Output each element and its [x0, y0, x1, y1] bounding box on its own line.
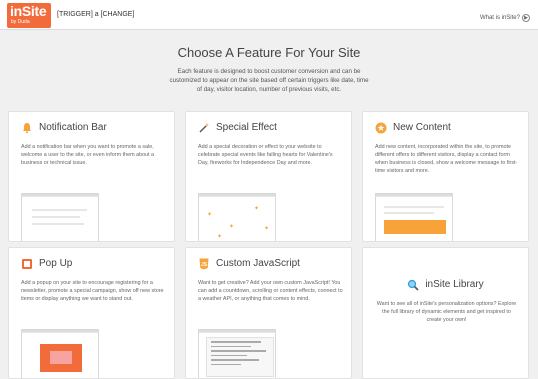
popup-icon	[21, 258, 33, 270]
feature-card-insite-library[interactable]: inSite Library Want to see all of inSite…	[362, 247, 529, 379]
trigger-change-heading: [TRIGGER] a [CHANGE]	[57, 11, 135, 18]
javascript-code-preview	[198, 329, 276, 378]
pop-up-preview	[21, 329, 99, 378]
card-header: Special Effect	[198, 122, 277, 134]
card-description: Add new content, incorporated within the…	[375, 144, 518, 174]
magic-wand-icon	[198, 122, 210, 134]
card-header: inSite Library	[363, 279, 528, 291]
card-header: JS Custom JavaScript	[198, 258, 300, 270]
feature-card-special-effect[interactable]: Special Effect Add a special decoration …	[185, 111, 352, 242]
feature-card-custom-javascript[interactable]: JS Custom JavaScript Want to get creativ…	[185, 247, 352, 379]
new-content-preview	[375, 193, 453, 241]
card-title: inSite Library	[425, 279, 484, 290]
javascript-icon: JS	[198, 258, 210, 270]
search-icon	[407, 279, 419, 291]
card-header: Pop Up	[21, 258, 72, 270]
card-header: New Content	[375, 122, 451, 134]
card-title: Special Effect	[216, 122, 277, 133]
card-title: Custom JavaScript	[216, 258, 300, 269]
card-description: Add a popup on your site to encourage re…	[21, 280, 164, 302]
card-description: Add a special decoration or effect to yo…	[198, 144, 333, 166]
card-description: Add a notification bar when you want to …	[21, 144, 155, 166]
svg-text:JS: JS	[201, 262, 208, 268]
what-is-insite-label: What is inSite?	[479, 15, 520, 21]
star-icon	[375, 122, 387, 134]
page-title: Choose A Feature For Your Site	[177, 45, 361, 60]
card-header: Notification Bar	[21, 122, 107, 134]
feature-card-notification-bar[interactable]: Notification Bar Add a notification bar …	[8, 111, 175, 242]
feature-card-new-content[interactable]: New Content Add new content, incorporate…	[362, 111, 529, 242]
logo-subtext: by Duda	[11, 19, 30, 25]
insite-logo[interactable]: inSite by Duda	[7, 3, 51, 28]
what-is-insite-link[interactable]: What is inSite? ▶	[480, 14, 530, 22]
code-snippet	[206, 337, 274, 377]
card-description: Want to get creative? Add your own custo…	[198, 280, 343, 302]
card-title: Pop Up	[39, 258, 73, 269]
play-icon: ▶	[522, 14, 530, 22]
card-title: New Content	[393, 122, 451, 133]
bell-icon	[21, 122, 33, 134]
card-description: Want to see all of inSite's personalizat…	[376, 301, 517, 323]
card-title: Notification Bar	[39, 122, 107, 133]
feature-card-pop-up[interactable]: Pop Up Add a popup on your site to encou…	[8, 247, 175, 379]
notification-bar-preview	[21, 193, 99, 241]
page-intro: Each feature is designed to boost custom…	[169, 68, 369, 93]
special-effect-preview: ✦ ✦ ✦ ✦ ✦	[198, 193, 276, 241]
logo-text: inSite	[10, 3, 47, 19]
top-bar: inSite by Duda [TRIGGER] a [CHANGE] What…	[0, 0, 538, 30]
